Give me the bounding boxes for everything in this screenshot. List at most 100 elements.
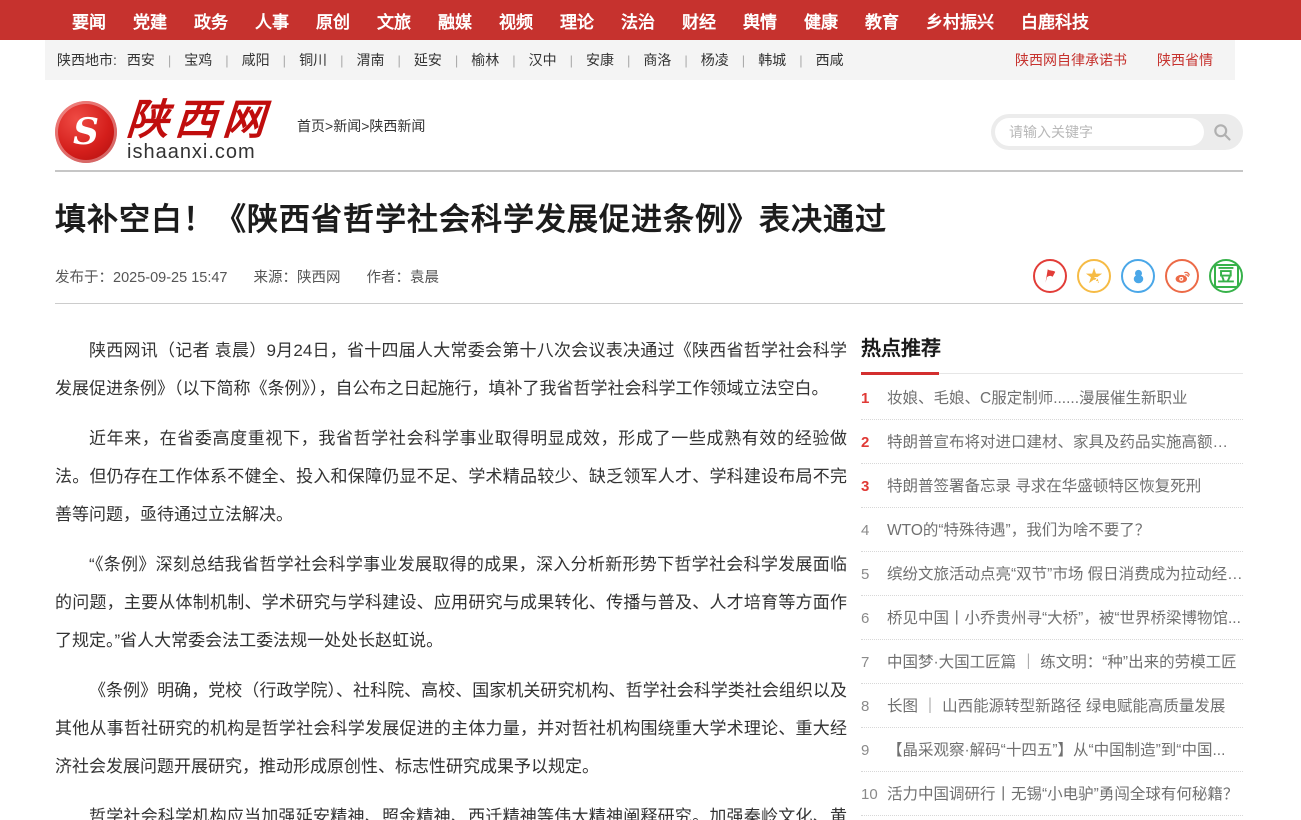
hot-item-title: 活力中国调研行丨无锡“小电驴”勇闯全球有何秘籍？: [887, 782, 1238, 804]
share-flag-icon[interactable]: [1033, 259, 1067, 293]
site-header: S 陕西网 ishaanxi.com 首页>新闻>陕西新闻: [55, 94, 1243, 170]
nav-item[interactable]: 乡村振兴: [926, 8, 994, 33]
article-title: 填补空白！《陕西省哲学社会科学发展促进条例》表决通过: [55, 194, 1243, 239]
page: { "colors": { "nav_red": "#c6322e", "cit…: [0, 0, 1301, 820]
top-nav: 要闻 党建 政务 人事 原创 文旅 融媒 视频 理论 法治 财经 舆情 健康 教育 乡村振兴 白鹿科技: [0, 0, 1301, 40]
city-link[interactable]: 商洛: [643, 50, 700, 70]
hot-item-title: 妆娘、毛娘、C服定制师......漫展催生新职业: [887, 386, 1188, 408]
source-value: 陕西网: [297, 270, 341, 286]
site-logo[interactable]: S 陕西网 ishaanxi.com: [55, 100, 271, 164]
city-list: 西安宝鸡咸阳铜川渭南延安榆林汉中安康商洛杨凌韩城西咸: [127, 50, 844, 70]
hot-item-title: WTO的“特殊待遇”，我们为啥不要了？: [887, 518, 1150, 540]
city-link[interactable]: 渭南: [356, 50, 413, 70]
breadcrumb[interactable]: 首页>新闻>陕西新闻: [297, 116, 425, 136]
author: 作者：袁晨: [367, 266, 440, 287]
hot-list-item[interactable]: 5 缤纷文旅活动点亮“双节”市场 假日消费成为拉动经济...: [861, 552, 1243, 596]
hot-item-rank: 5: [861, 566, 887, 583]
logo-letter: S: [73, 111, 99, 153]
header-divider: [55, 170, 1243, 172]
nav-item[interactable]: 理论: [560, 8, 594, 33]
city-link[interactable]: 榆林: [471, 50, 528, 70]
meta-divider: [55, 303, 1243, 304]
nav-item[interactable]: 视频: [499, 8, 533, 33]
hot-item-rank: 9: [861, 742, 887, 759]
hot-list-item[interactable]: 6 桥见中国丨小乔贵州寻“大桥”，被“世界桥梁博物馆...: [861, 596, 1243, 640]
douban-icon[interactable]: 豆: [1209, 259, 1243, 293]
city-link[interactable]: 咸阳: [242, 50, 299, 70]
hot-list-item[interactable]: 3 特朗普签署备忘录 寻求在华盛顿特区恢复死刑: [861, 464, 1243, 508]
hot-list-item[interactable]: 8 长图 ｜ 山西能源转型新路径 绿电赋能高质量发展: [861, 684, 1243, 728]
hot-item-title: 【晶采观察·解码“十四五”】从“中国制造”到“中国...: [887, 738, 1225, 760]
hot-item-rank: 10: [861, 786, 887, 803]
logo-text: 陕西网 ishaanxi.com: [127, 100, 271, 164]
main-columns: 陕西网讯（记者 袁晨）9月24日，省十四届人大常委会第十八次会议表决通过《陕西省…: [55, 332, 1243, 820]
nav-item[interactable]: 法治: [621, 8, 655, 33]
article-paragraph: 哲学社会科学机构应当加强延安精神、照金精神、西迁精神等伟大精神阐释研究。加强秦岭…: [55, 798, 847, 820]
hot-list-item[interactable]: 10 活力中国调研行丨无锡“小电驴”勇闯全球有何秘籍？: [861, 772, 1243, 816]
publish-value: 2025-09-25 15:47: [113, 270, 228, 286]
article-meta: 发布于：2025-09-25 15:47 来源：陕西网 作者：袁晨: [55, 266, 439, 287]
hot-item-rank: 1: [861, 390, 887, 407]
nav-item[interactable]: 白鹿科技: [1021, 8, 1089, 33]
hot-sidebar: 热点推荐 1 妆娘、毛娘、C服定制师......漫展催生新职业 2 特朗普宣布将…: [861, 332, 1243, 820]
logo-main-text: 陕西网: [126, 100, 273, 140]
publish-time: 发布于：2025-09-25 15:47: [55, 266, 228, 287]
nav-item[interactable]: 人事: [255, 8, 289, 33]
logo-emblem-icon: S: [55, 101, 117, 163]
hot-item-title: 长图 ｜ 山西能源转型新路径 绿电赋能高质量发展: [887, 694, 1225, 716]
author-label: 作者：: [367, 270, 411, 286]
hot-list-item[interactable]: 4 WTO的“特殊待遇”，我们为啥不要了？: [861, 508, 1243, 552]
hot-item-title: 桥见中国丨小乔贵州寻“大桥”，被“世界桥梁博物馆...: [887, 606, 1241, 628]
hot-item-rank: 4: [861, 522, 887, 539]
nav-item[interactable]: 财经: [682, 8, 716, 33]
nav-item[interactable]: 党建: [133, 8, 167, 33]
nav-item[interactable]: 教育: [865, 8, 899, 33]
hot-item-rank: 8: [861, 698, 887, 715]
search-button[interactable]: [1204, 118, 1239, 146]
weibo-icon[interactable]: [1165, 259, 1199, 293]
hot-list-item[interactable]: 7 中国梦·大国工匠篇 ｜ 练文明：“种”出来的劳模工匠: [861, 640, 1243, 684]
article-paragraph: 《条例》明确，党校（行政学院）、社科院、高校、国家机关研究机构、哲学社会科学类社…: [55, 672, 847, 786]
city-link[interactable]: 杨凌: [701, 50, 758, 70]
source-label: 来源：: [254, 270, 298, 286]
article-paragraph: 近年来，在省委高度重视下，我省哲学社会科学事业取得明显成效，形成了一些成熟有效的…: [55, 420, 847, 534]
nav-item[interactable]: 文旅: [377, 8, 411, 33]
nav-item[interactable]: 要闻: [72, 8, 106, 33]
city-link[interactable]: 汉中: [529, 50, 586, 70]
qq-icon[interactable]: [1121, 259, 1155, 293]
top-nav-menu: 要闻 党建 政务 人事 原创 文旅 融媒 视频 理论 法治 财经 舆情 健康 教育 乡村振兴 白鹿科技: [0, 0, 1301, 40]
hot-list-item[interactable]: 1 妆娘、毛娘、C服定制师......漫展催生新职业: [861, 376, 1243, 420]
hot-item-rank: 3: [861, 478, 887, 495]
city-link[interactable]: 安康: [586, 50, 643, 70]
hot-item-title: 缤纷文旅活动点亮“双节”市场 假日消费成为拉动经济...: [887, 562, 1243, 584]
article-paragraph: “《条例》深刻总结我省哲学社会科学事业发展取得的成果，深入分析新形势下哲学社会科…: [55, 546, 847, 660]
hot-item-title: 特朗普宣布将对进口建材、家具及药品实施高额关税: [887, 430, 1243, 452]
citybar-red-link[interactable]: 陕西省情: [1157, 50, 1213, 70]
city-link[interactable]: 铜川: [299, 50, 356, 70]
citybar-red-link[interactable]: 陕西网自律承诺书: [1015, 50, 1127, 70]
hot-item-rank: 2: [861, 434, 887, 451]
hot-item-rank: 7: [861, 654, 887, 671]
search-input[interactable]: [995, 118, 1204, 146]
city-link[interactable]: 延安: [414, 50, 471, 70]
city-link[interactable]: 西安: [127, 50, 184, 70]
main-content: 填补空白！《陕西省哲学社会科学发展促进条例》表决通过 发布于：2025-09-2…: [0, 194, 1301, 820]
hot-list-item[interactable]: 9 【晶采观察·解码“十四五”】从“中国制造”到“中国...: [861, 728, 1243, 772]
nav-item[interactable]: 舆情: [743, 8, 777, 33]
nav-item[interactable]: 健康: [804, 8, 838, 33]
hot-item-title: 特朗普签署备忘录 寻求在华盛顿特区恢复死刑: [887, 474, 1201, 496]
hot-list-item[interactable]: 2 特朗普宣布将对进口建材、家具及药品实施高额关税: [861, 420, 1243, 464]
city-link[interactable]: 韩城: [758, 50, 815, 70]
qzone-icon[interactable]: ★z: [1077, 259, 1111, 293]
article-meta-row: 发布于：2025-09-25 15:47 来源：陕西网 作者：袁晨 ★z 豆: [55, 259, 1243, 293]
city-link[interactable]: 西咸: [816, 50, 844, 70]
hot-item-rank: 6: [861, 610, 887, 627]
nav-item[interactable]: 原创: [316, 8, 350, 33]
nav-item[interactable]: 政务: [194, 8, 228, 33]
nav-item[interactable]: 融媒: [438, 8, 472, 33]
article-body: 陕西网讯（记者 袁晨）9月24日，省十四届人大常委会第十八次会议表决通过《陕西省…: [55, 332, 847, 820]
city-link[interactable]: 宝鸡: [184, 50, 241, 70]
city-bar-right-links: 陕西网自律承诺书 陕西省情: [1015, 50, 1213, 70]
city-bar: 陕西地市: 西安宝鸡咸阳铜川渭南延安榆林汉中安康商洛杨凌韩城西咸 陕西网自律承诺…: [45, 40, 1235, 80]
search-icon: [1212, 122, 1232, 142]
